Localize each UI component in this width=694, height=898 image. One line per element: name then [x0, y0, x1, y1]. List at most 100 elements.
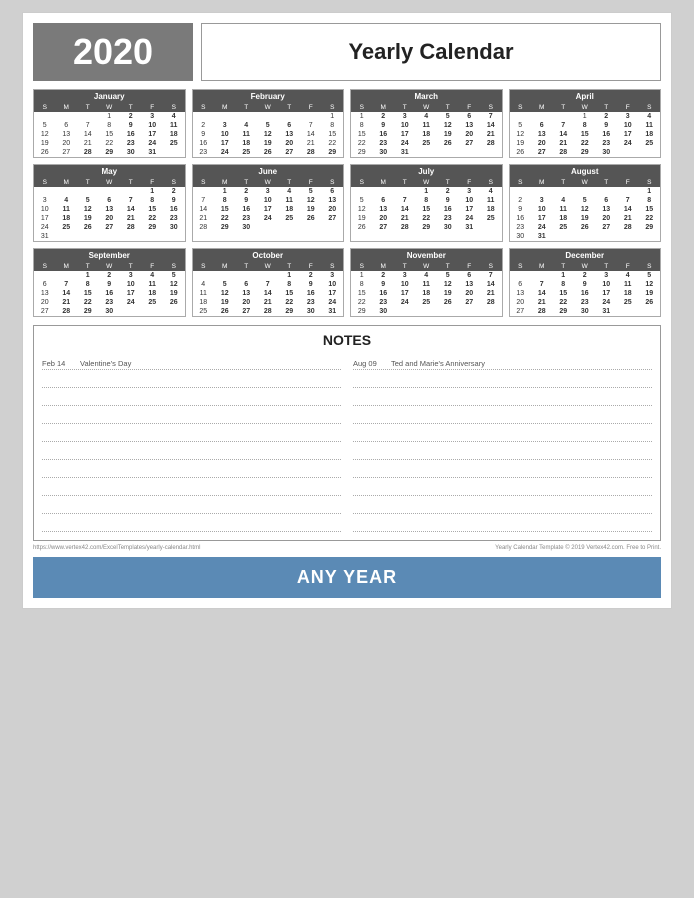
day-cell: 4 [639, 112, 661, 121]
day-cell: 30 [437, 223, 459, 232]
day-cell: 7 [480, 112, 502, 121]
day-header-cell: T [77, 103, 99, 112]
day-cell: 14 [120, 205, 142, 214]
day-header-cell: F [300, 262, 322, 271]
day-cell: 13 [236, 289, 258, 298]
day-cell-empty [553, 112, 575, 121]
day-cell: 15 [416, 205, 438, 214]
day-headers: SMTWTFS [34, 178, 185, 187]
day-header-cell: W [574, 262, 596, 271]
day-header-cell: S [193, 178, 215, 187]
day-header-cell: T [553, 178, 575, 187]
day-cell: 18 [236, 139, 258, 148]
note-line[interactable] [42, 462, 341, 478]
day-header-cell: M [56, 103, 78, 112]
day-cell: 20 [99, 214, 121, 223]
note-line[interactable]: Aug 09Ted and Marie's Anniversary [353, 354, 652, 370]
note-line[interactable] [42, 372, 341, 388]
day-cell: 1 [351, 112, 373, 121]
day-cell: 5 [510, 121, 532, 130]
day-cell: 8 [351, 280, 373, 289]
day-cell: 25 [480, 214, 502, 223]
day-header-cell: T [279, 178, 301, 187]
note-line[interactable] [42, 408, 341, 424]
note-line[interactable] [353, 516, 652, 532]
day-cell: 10 [142, 121, 164, 130]
day-cell: 12 [574, 205, 596, 214]
day-header-cell: F [617, 178, 639, 187]
day-cell: 13 [373, 205, 395, 214]
note-line[interactable] [353, 426, 652, 442]
day-cell: 5 [163, 271, 185, 280]
day-header-cell: S [480, 262, 502, 271]
day-cell: 6 [596, 196, 618, 205]
day-cell: 31 [142, 148, 164, 157]
note-line[interactable] [353, 408, 652, 424]
day-cell-empty [56, 112, 78, 121]
day-cell: 7 [120, 196, 142, 205]
note-line[interactable] [353, 372, 652, 388]
month-calendar-september: SeptemberSMTWTFS123456789101112131415161… [33, 248, 186, 317]
note-line[interactable] [42, 444, 341, 460]
month-calendar-february: FebruarySMTWTFS1234567891011121314151617… [192, 89, 345, 158]
month-name: January [34, 90, 185, 103]
note-line[interactable] [42, 390, 341, 406]
month-name: September [34, 249, 185, 262]
days-grid: 1234567891011121314151617181920212223242… [351, 112, 502, 157]
note-line[interactable] [353, 480, 652, 496]
day-header-cell: F [459, 103, 481, 112]
day-header-cell: T [553, 262, 575, 271]
note-line[interactable] [42, 516, 341, 532]
month-calendar-august: AugustSMTWTFS123456789101112131415161718… [509, 164, 662, 242]
day-cell: 12 [34, 130, 56, 139]
day-cell: 25 [56, 223, 78, 232]
month-calendar-april: AprilSMTWTFS1234567891011121314151617181… [509, 89, 662, 158]
day-cell: 26 [437, 139, 459, 148]
note-date: Feb 14 [42, 359, 80, 368]
note-line[interactable]: Feb 14Valentine's Day [42, 354, 341, 370]
day-cell: 30 [163, 223, 185, 232]
day-cell: 13 [459, 280, 481, 289]
day-cell: 9 [373, 280, 395, 289]
day-cell: 14 [531, 289, 553, 298]
note-line[interactable] [353, 462, 652, 478]
month-name: March [351, 90, 502, 103]
day-header-cell: W [257, 178, 279, 187]
day-cell: 19 [77, 214, 99, 223]
note-line[interactable] [42, 498, 341, 514]
day-cell: 30 [300, 307, 322, 316]
day-cell: 23 [300, 298, 322, 307]
day-cell: 15 [574, 130, 596, 139]
day-header-cell: S [163, 178, 185, 187]
day-cell: 17 [142, 130, 164, 139]
day-cell: 23 [236, 214, 258, 223]
day-cell: 18 [279, 205, 301, 214]
day-cell: 23 [193, 148, 215, 157]
day-cell: 29 [99, 148, 121, 157]
day-cell-empty [617, 187, 639, 196]
day-cell: 16 [236, 205, 258, 214]
days-grid: 1234567891011121314151617181920212223242… [34, 112, 185, 157]
day-cell: 9 [510, 205, 532, 214]
day-cell: 15 [351, 289, 373, 298]
day-header-cell: S [34, 262, 56, 271]
day-header-cell: T [120, 178, 142, 187]
day-cell: 14 [394, 205, 416, 214]
note-line[interactable] [353, 498, 652, 514]
day-cell-empty [510, 112, 532, 121]
note-line[interactable] [42, 480, 341, 496]
day-cell: 26 [437, 298, 459, 307]
day-cell: 19 [437, 130, 459, 139]
day-header-cell: T [596, 103, 618, 112]
note-line[interactable] [353, 444, 652, 460]
day-cell: 16 [373, 130, 395, 139]
day-cell: 28 [193, 223, 215, 232]
day-cell: 14 [193, 205, 215, 214]
day-cell: 1 [322, 112, 344, 121]
note-line[interactable] [42, 426, 341, 442]
note-line[interactable] [353, 390, 652, 406]
day-cell: 25 [416, 139, 438, 148]
day-cell: 6 [373, 196, 395, 205]
day-cell: 1 [416, 187, 438, 196]
day-cell: 27 [373, 223, 395, 232]
